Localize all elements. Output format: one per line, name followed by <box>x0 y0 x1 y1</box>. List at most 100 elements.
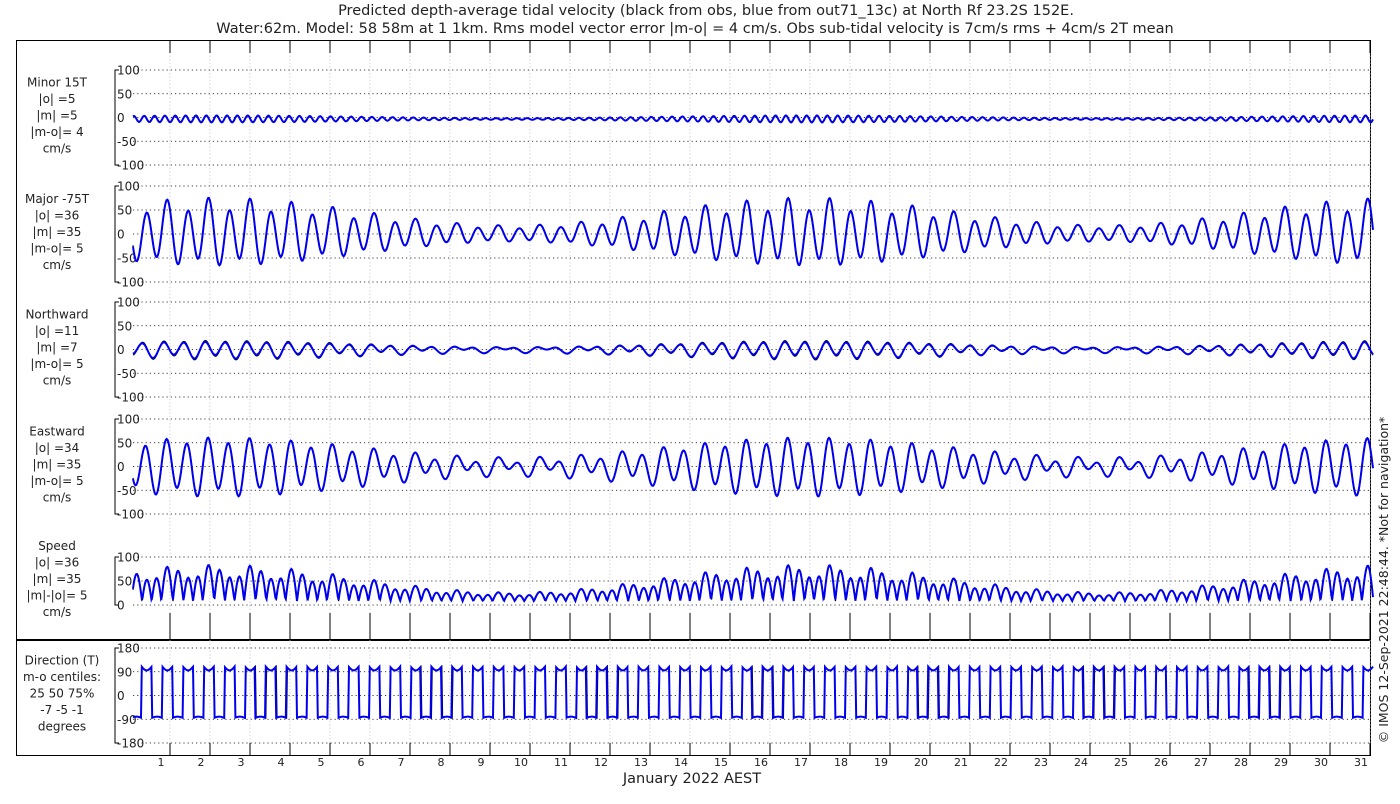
panel-label-line: Minor 15T <box>27 76 88 90</box>
y-tick-label: 50 <box>117 436 132 450</box>
y-tick-label: -50 <box>117 367 137 381</box>
panel-minor: 100 50 0 -50 -100 Minor 15T |o| =5 |m| =5 |m-o|=… <box>27 64 1374 173</box>
y-tick-label: 90 <box>117 665 132 679</box>
x-tick-label: 2 <box>198 756 205 769</box>
panel-label-line: cm/s <box>43 491 72 505</box>
panel-label-line: |o| =11 <box>35 324 80 338</box>
series-model-major <box>132 196 1374 267</box>
y-tick-label: 0 <box>117 228 125 242</box>
panel-label-line: Direction (T) <box>25 654 100 668</box>
panel-label-line: |o| =34 <box>35 441 80 455</box>
panel-label-line: degrees <box>38 720 86 734</box>
x-tick-label: 31 <box>1354 756 1368 769</box>
series-model-speed <box>132 563 1374 605</box>
panel-label-line: |m|-|o|= 5 <box>26 589 87 603</box>
x-tick-label: 24 <box>1074 756 1088 769</box>
x-tick-label: 11 <box>554 756 568 769</box>
panel-label-line: |o| =36 <box>35 209 80 223</box>
panel-label-line: |m| =35 <box>33 572 82 586</box>
x-tick-label: 27 <box>1194 756 1208 769</box>
panel-label-line: cm/s <box>43 258 72 272</box>
x-tick-label: 12 <box>594 756 608 769</box>
series-model-minor <box>132 114 1374 124</box>
x-tick-label: 8 <box>438 756 445 769</box>
chart-title-line-1: Predicted depth-average tidal velocity (… <box>338 3 1074 19</box>
y-tick-label: -50 <box>117 484 137 498</box>
x-tick-label: 29 <box>1274 756 1288 769</box>
copyright-note: © IMOS 12-Sep-2021 22:48:44. *Not for na… <box>1376 417 1391 744</box>
panel-label-line: |o| =5 <box>39 92 76 106</box>
x-tick-label: 4 <box>278 756 285 769</box>
x-tick-label: 19 <box>874 756 888 769</box>
panel-label-line: Northward <box>25 308 88 322</box>
y-tick-label: -50 <box>117 135 137 149</box>
panel-label-line: cm/s <box>43 142 72 156</box>
x-tick-label: 6 <box>358 756 365 769</box>
x-tick-label: 14 <box>674 756 688 769</box>
y-tick-label: 50 <box>117 319 132 333</box>
panel-major: 100500-50-100Major -75T|o| =36|m| =35|m-… <box>25 180 1374 290</box>
x-tick-label: 25 <box>1114 756 1128 769</box>
x-tick-label: 26 <box>1154 756 1168 769</box>
y-tick-label: 100 <box>117 413 140 427</box>
y-tick-label: -100 <box>117 276 144 290</box>
x-tick-label: 22 <box>994 756 1008 769</box>
y-tick-label: 100 <box>117 551 140 565</box>
x-tick-label: 13 <box>634 756 648 769</box>
panel-label-line: |m| =35 <box>33 458 82 472</box>
x-tick-label: 5 <box>318 756 325 769</box>
x-tick-label: 7 <box>398 756 405 769</box>
panel-label-line: |m-o|= 4 <box>30 125 83 139</box>
panel-label-line: |m-o|= 5 <box>30 242 83 256</box>
tidal-velocity-chart: Predicted depth-average tidal velocity (… <box>16 3 1391 787</box>
panel-label-line: |m| =5 <box>36 109 77 123</box>
y-tick-label: 50 <box>117 575 132 589</box>
y-tick-label: 100 <box>117 64 140 78</box>
x-tick-label: 23 <box>1034 756 1048 769</box>
y-tick-label: -100 <box>117 391 144 405</box>
panel-label-line: -7 -5 -1 <box>40 703 84 717</box>
panel-label-line: Eastward <box>29 425 84 439</box>
panel-label-line: Speed <box>38 539 76 553</box>
panel-label-line: cm/s <box>43 605 72 619</box>
panel-label-line: 25 50 75% <box>30 687 95 701</box>
panel-label-line: cm/s <box>43 374 72 388</box>
x-tick-label: 18 <box>834 756 848 769</box>
x-tick-label: 9 <box>478 756 485 769</box>
panel-speed: 100 50 0 Speed |o| =36 |m| =35 |m|-|o|= 5 cm/s <box>26 539 1374 619</box>
y-tick-label: 180 <box>117 642 140 656</box>
x-tick-label: 15 <box>714 756 728 769</box>
y-tick-label: 0 <box>117 111 125 125</box>
panel-label-line: |m| =7 <box>36 341 77 355</box>
y-tick-label: 0 <box>117 599 125 613</box>
y-tick-label: 0 <box>117 689 125 703</box>
panel-label-line: Major -75T <box>25 192 90 206</box>
y-tick-label: -90 <box>117 713 137 727</box>
x-tick-label: 3 <box>238 756 245 769</box>
y-tick-label: 0 <box>117 460 125 474</box>
y-tick-label: 100 <box>117 296 140 310</box>
y-tick-label: 100 <box>117 180 140 194</box>
x-axis-label: January 2022 AEST <box>622 771 761 787</box>
panel-east: 100 50 0 -50 -100 Eastward |o| =34 |m| =35 |m-o|… <box>29 413 1374 522</box>
y-tick-label: -180 <box>117 737 144 751</box>
panel-label-line: |m-o|= 5 <box>30 357 83 371</box>
y-tick-label: -100 <box>117 508 144 522</box>
panel-north: 100 50 0 -50 -100 Northward |o| =11 |m| =7 |m-o|… <box>25 296 1374 405</box>
x-tick-label: 28 <box>1234 756 1248 769</box>
panel-label-line: |o| =36 <box>35 556 80 570</box>
panel-direction: 180 90 0 -90 -180 Direction (T) m-o centiles: 2… <box>23 642 1374 751</box>
x-tick-label: 1 <box>158 756 165 769</box>
x-tick-label: 30 <box>1314 756 1328 769</box>
chart-title-line-2: Water:62m. Model: 58 58m at 1 1km. Rms m… <box>216 21 1173 37</box>
y-tick-label: 0 <box>117 343 125 357</box>
x-tick-label: 20 <box>914 756 928 769</box>
panel-label-line: |m-o|= 5 <box>30 474 83 488</box>
x-tick-label: 16 <box>754 756 768 769</box>
y-tick-label: -100 <box>117 159 144 173</box>
y-tick-label: 50 <box>117 204 132 218</box>
x-tick-label: 10 <box>514 756 528 769</box>
x-tick-label: 17 <box>794 756 808 769</box>
series-model-east <box>132 436 1374 498</box>
panel-label-line: |m| =35 <box>33 225 82 239</box>
